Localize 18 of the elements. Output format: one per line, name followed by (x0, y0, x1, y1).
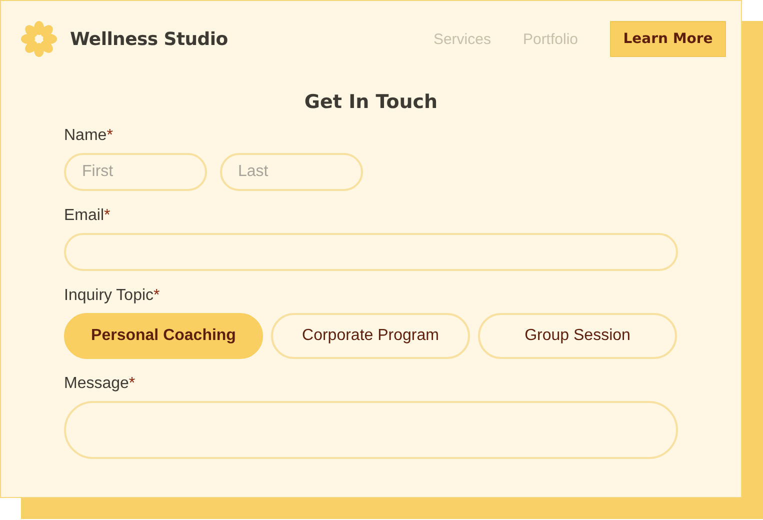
topic-option[interactable]: Personal Coaching (64, 313, 263, 359)
email-field[interactable] (64, 233, 678, 271)
field-label: Message (64, 375, 129, 392)
required-mark: * (104, 207, 110, 224)
form-title: Get In Touch (303, 91, 439, 113)
required-mark: * (128, 375, 136, 392)
required-mark: * (154, 287, 160, 304)
topic-option[interactable]: Group Session (478, 313, 677, 359)
last-name-field[interactable]: Last (220, 153, 363, 191)
first-name-field[interactable]: First (64, 153, 207, 191)
field-label: Email (64, 207, 104, 224)
learn-more-button[interactable]: Learn More (610, 21, 726, 57)
required-mark: * (106, 127, 113, 144)
topic-option[interactable]: Corporate Program (271, 313, 470, 359)
field-label: Inquiry Topic (64, 287, 154, 304)
field-label: Name (64, 127, 107, 144)
flower-logo-icon (20, 20, 58, 58)
brand-name: Wellness Studio (70, 28, 228, 50)
